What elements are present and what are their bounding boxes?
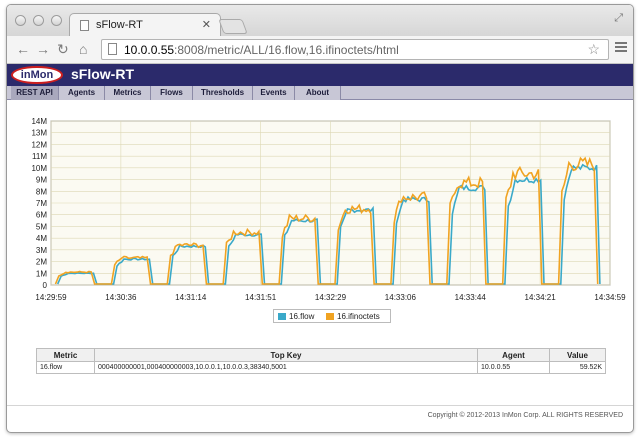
- app-title: sFlow-RT: [71, 66, 134, 82]
- url-text: 10.0.0.55:8008/metric/ALL/16.flow,16.ifi…: [124, 43, 399, 57]
- y-tick-label: 10M: [31, 164, 47, 173]
- y-tick-label: 12M: [31, 140, 47, 149]
- close-window-button[interactable]: [15, 15, 26, 26]
- column-header-agent: Agent: [477, 348, 550, 362]
- cell-value: 59.52K: [549, 361, 606, 374]
- table-row: 16.flow 000400000001,000400000003,10.0.0…: [36, 361, 606, 374]
- fullscreen-icon[interactable]: ⤢: [614, 12, 623, 25]
- menu-rest-api[interactable]: REST API: [11, 86, 59, 100]
- app-header: inMon sFlow-RT: [7, 64, 633, 86]
- y-tick-label: 1M: [36, 269, 47, 278]
- table-header-row: Metric Top Key Agent Value: [36, 348, 606, 362]
- y-tick-label: 13M: [31, 129, 47, 138]
- legend-label-flow: 16.flow: [289, 312, 315, 321]
- legend-swatch-flow: [278, 313, 286, 320]
- column-header-value: Value: [549, 348, 606, 362]
- x-tick-label: 14:32:29: [315, 293, 347, 302]
- column-header-metric: Metric: [36, 348, 95, 362]
- x-tick-label: 14:29:59: [35, 293, 67, 302]
- menu-about[interactable]: About: [295, 86, 341, 100]
- back-icon[interactable]: ←: [16, 41, 30, 57]
- y-tick-label: 11M: [32, 152, 47, 161]
- bookmark-star-icon[interactable]: ☆: [587, 41, 600, 58]
- top-keys-table: Metric Top Key Agent Value 16.flow 00040…: [36, 348, 606, 374]
- new-tab-button[interactable]: [218, 19, 248, 34]
- reload-icon[interactable]: ↻: [57, 41, 69, 58]
- y-tick-label: 3M: [36, 246, 47, 255]
- menu-flows[interactable]: Flows: [151, 86, 193, 100]
- y-tick-label: 14M: [31, 117, 47, 126]
- metric-chart: 0 1M 2M 3M 4M 5M 6M 7M 8M 9M 10M 11M 12M 13M 14M 14:29:…: [7, 107, 633, 327]
- cell-top-key: 000400000001,000400000003,10.0.0.1,10.0.…: [94, 361, 478, 374]
- app-menu: REST API Agents Metrics Flows Thresholds…: [7, 86, 633, 100]
- copyright-text: Copyright © 2012-2013 InMon Corp. ALL RI…: [427, 412, 623, 419]
- tab-strip: sFlow-RT ✕ ⤢: [7, 5, 633, 37]
- x-tick-label: 14:31:14: [175, 293, 207, 302]
- chart-svg: 0 1M 2M 3M 4M 5M 6M 7M 8M 9M 10M 11M 12M 13M 14M 14:29:…: [31, 117, 626, 302]
- minimize-window-button[interactable]: [33, 15, 44, 26]
- menu-agents[interactable]: Agents: [59, 86, 105, 100]
- y-tick-label: 2M: [36, 258, 47, 267]
- close-tab-icon[interactable]: ✕: [202, 18, 211, 31]
- y-tick-label: 8M: [36, 187, 47, 196]
- y-tick-label: 9M: [36, 176, 47, 185]
- cell-metric: 16.flow: [36, 361, 95, 374]
- y-tick-label: 6M: [36, 211, 47, 220]
- y-tick-label: 0: [43, 281, 48, 290]
- y-tick-label: 7M: [36, 199, 47, 208]
- menu-events[interactable]: Events: [253, 86, 295, 100]
- cell-agent: 10.0.0.55: [477, 361, 550, 374]
- tab-title: sFlow-RT: [96, 19, 143, 31]
- y-tick-label: 5M: [36, 222, 47, 231]
- browser-toolbar: ← → ↻ ⌂ 10.0.0.55:8008/metric/ALL/16.flo…: [7, 36, 633, 64]
- x-tick-label: 14:33:06: [385, 293, 417, 302]
- menu-thresholds[interactable]: Thresholds: [193, 86, 253, 100]
- x-tick-label: 14:31:51: [245, 293, 277, 302]
- browser-menu-icon[interactable]: [615, 42, 627, 54]
- legend-label-ifinoctets: 16.ifinoctets: [337, 312, 380, 321]
- page-footer: Copyright © 2012-2013 InMon Corp. ALL RI…: [7, 405, 633, 432]
- forward-icon[interactable]: →: [36, 41, 50, 57]
- column-header-top-key: Top Key: [94, 348, 478, 362]
- browser-tab[interactable]: sFlow-RT ✕: [69, 13, 221, 37]
- inmon-logo[interactable]: inMon: [11, 66, 63, 84]
- chart-legend: 16.flow 16.ifinoctets: [273, 309, 391, 323]
- x-tick-label: 14:33:44: [455, 293, 487, 302]
- page-icon: [80, 20, 89, 31]
- menu-metrics[interactable]: Metrics: [105, 86, 151, 100]
- address-bar[interactable]: 10.0.0.55:8008/metric/ALL/16.flow,16.ifi…: [101, 39, 609, 60]
- x-tick-label: 14:34:21: [525, 293, 557, 302]
- legend-swatch-ifinoctets: [326, 313, 334, 320]
- home-icon[interactable]: ⌂: [79, 41, 87, 57]
- x-tick-label: 14:34:59: [594, 293, 626, 302]
- x-tick-label: 14:30:36: [105, 293, 137, 302]
- zoom-window-button[interactable]: [51, 15, 62, 26]
- browser-window: sFlow-RT ✕ ⤢ ← → ↻ ⌂ 10.0.0.55:8008/metr…: [6, 4, 634, 433]
- page-icon: [108, 43, 117, 55]
- y-tick-label: 4M: [36, 234, 47, 243]
